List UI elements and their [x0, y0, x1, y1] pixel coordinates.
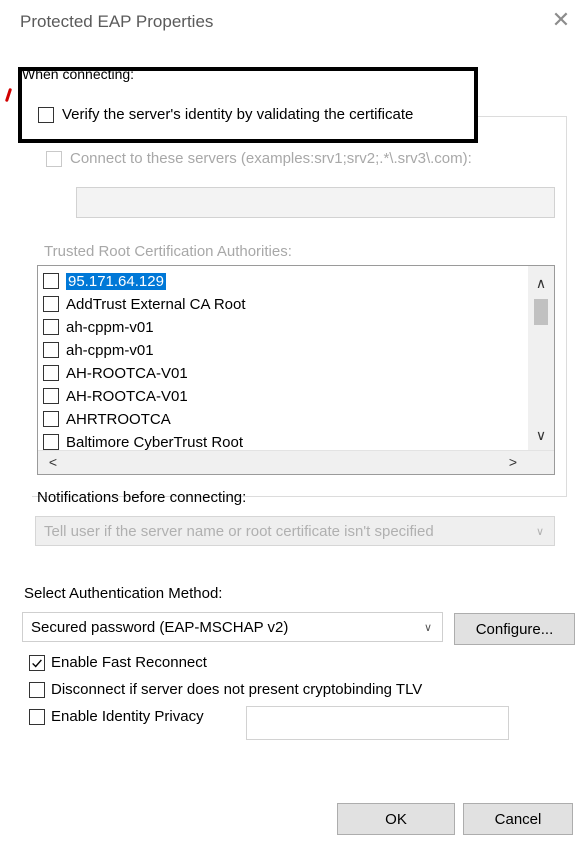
ok-button[interactable]: OK: [337, 803, 455, 835]
list-item-label: AHRTROOTCA: [66, 410, 171, 428]
list-item[interactable]: AH-ROOTCA-V01: [43, 384, 188, 408]
list-item[interactable]: AddTrust External CA Root: [43, 292, 246, 316]
list-item-checkbox[interactable]: [43, 296, 59, 312]
list-item[interactable]: AHRTROOTCA: [43, 407, 171, 431]
identity-privacy-label: Enable Identity Privacy: [51, 708, 204, 725]
list-item-label: 95.171.64.129: [66, 272, 166, 290]
configure-button[interactable]: Configure...: [454, 613, 575, 645]
list-item-checkbox[interactable]: [43, 434, 59, 450]
fast-reconnect-label: Enable Fast Reconnect: [51, 654, 207, 671]
list-item-checkbox[interactable]: [43, 273, 59, 289]
checkmark-icon: [32, 659, 42, 668]
vertical-scrollbar[interactable]: ∧ ∨: [528, 266, 554, 450]
list-item-checkbox[interactable]: [43, 319, 59, 335]
scroll-thumb[interactable]: [534, 299, 548, 325]
trusted-root-list[interactable]: 95.171.64.129 AddTrust External CA Root …: [37, 265, 555, 475]
notifications-value: Tell user if the server name or root cer…: [44, 522, 434, 540]
scroll-left-icon[interactable]: <: [40, 451, 66, 473]
trusted-root-label: Trusted Root Certification Authorities:: [44, 243, 292, 260]
list-item-label: ah-cppm-v01: [66, 341, 154, 359]
list-item-checkbox[interactable]: [43, 342, 59, 358]
identity-privacy-input[interactable]: [246, 706, 509, 740]
annotation-mark: [4, 87, 13, 103]
close-icon[interactable]: ✕: [549, 8, 573, 32]
fast-reconnect-checkbox[interactable]: [29, 655, 45, 671]
notifications-dropdown[interactable]: Tell user if the server name or root cer…: [35, 516, 555, 546]
horizontal-scrollbar[interactable]: < >: [38, 450, 554, 474]
scroll-up-icon[interactable]: ∧: [528, 272, 554, 294]
list-item-checkbox[interactable]: [43, 365, 59, 381]
list-item-checkbox[interactable]: [43, 388, 59, 404]
cancel-button[interactable]: Cancel: [463, 803, 573, 835]
notifications-label: Notifications before connecting:: [37, 489, 247, 506]
connect-servers-label: Connect to these servers (examples:srv1;…: [70, 150, 472, 167]
list-item-label: AH-ROOTCA-V01: [66, 387, 188, 405]
scroll-down-icon[interactable]: ∨: [528, 424, 554, 446]
list-item[interactable]: ah-cppm-v01: [43, 315, 154, 339]
list-item[interactable]: AH-ROOTCA-V01: [43, 361, 188, 385]
when-connecting-legend: When connecting:: [22, 66, 135, 82]
group-divider: [474, 116, 566, 117]
auth-method-value: Secured password (EAP-MSCHAP v2): [31, 618, 289, 636]
cryptobinding-checkbox[interactable]: [29, 682, 45, 698]
scroll-right-icon[interactable]: >: [500, 451, 526, 473]
window-title: Protected EAP Properties: [20, 12, 214, 31]
connect-servers-checkbox[interactable]: [46, 151, 62, 167]
servers-input[interactable]: [76, 187, 555, 218]
list-item-label: AH-ROOTCA-V01: [66, 364, 188, 382]
verify-server-label: Verify the server's identity by validati…: [62, 106, 414, 123]
chevron-down-icon: ∨: [535, 525, 545, 538]
list-item-label: Baltimore CyberTrust Root: [66, 433, 243, 451]
list-item[interactable]: 95.171.64.129: [43, 269, 166, 293]
list-item[interactable]: ah-cppm-v01: [43, 338, 154, 362]
chevron-down-icon: ∨: [423, 621, 433, 634]
auth-method-dropdown[interactable]: Secured password (EAP-MSCHAP v2) ∨: [22, 612, 443, 642]
list-item-checkbox[interactable]: [43, 411, 59, 427]
list-item-label: AddTrust External CA Root: [66, 295, 246, 313]
cryptobinding-label: Disconnect if server does not present cr…: [51, 681, 423, 698]
auth-method-label: Select Authentication Method:: [24, 585, 223, 602]
identity-privacy-checkbox[interactable]: [29, 709, 45, 725]
list-item-label: ah-cppm-v01: [66, 318, 154, 336]
verify-server-checkbox[interactable]: [38, 107, 54, 123]
